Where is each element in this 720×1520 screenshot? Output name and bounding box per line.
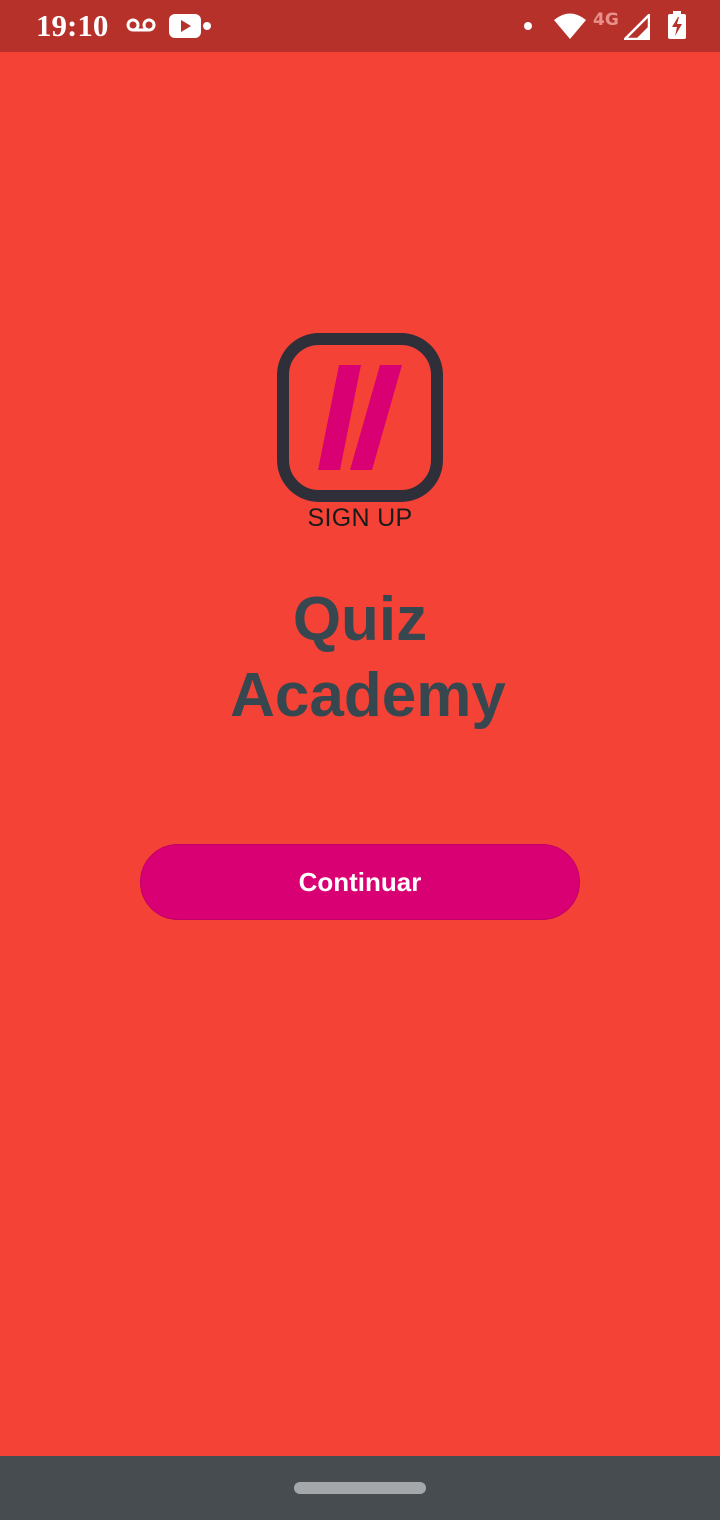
voicemail-icon [126,18,156,32]
status-time: 19:10 [36,8,109,43]
battery-charging-icon [668,11,686,39]
dot-icon [524,22,532,30]
youtube-icon [169,14,201,38]
app-title-line-2: Academy [230,661,506,730]
cell-signal-icon [624,14,650,40]
navigation-bar [0,1456,720,1520]
notification-dot-icon [203,22,211,30]
status-bar: 19:10 4G [0,0,720,52]
network-type-label: 4G [593,10,619,30]
continue-button[interactable]: Continuar [140,844,580,920]
app-title: Quiz Academy [0,582,720,734]
home-gesture-handle[interactable] [294,1482,426,1494]
signup-caption: SIGN UP [307,504,413,532]
double-slash-logo-icon [277,333,443,502]
app-title-line-1: Quiz [292,585,428,654]
wifi-icon [554,13,586,39]
